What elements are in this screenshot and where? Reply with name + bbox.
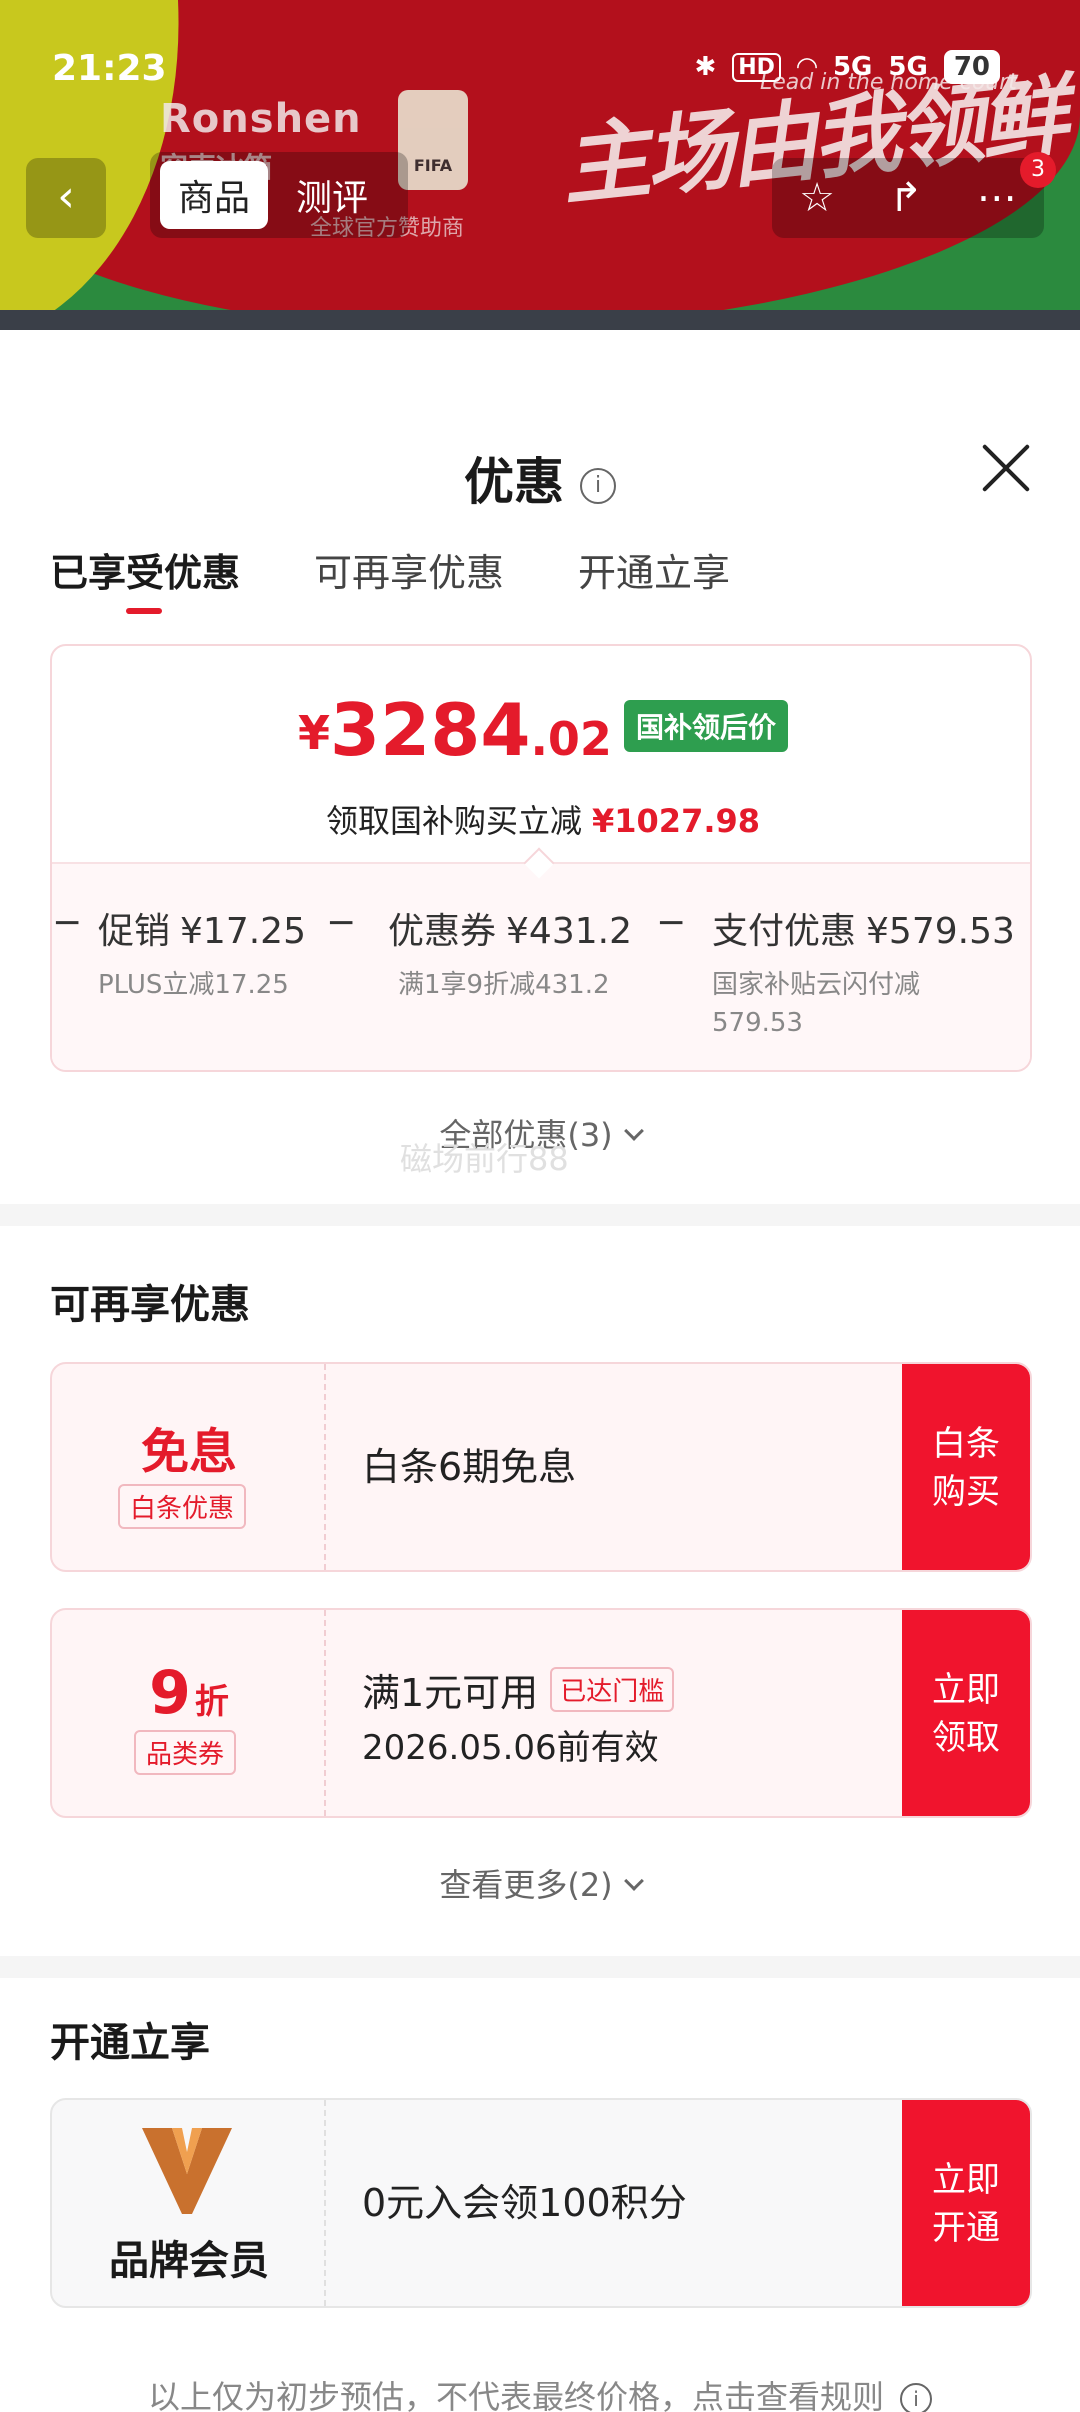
breakdown-payment: 支付优惠 ¥579.53 (712, 911, 1015, 952)
final-price: ¥3284.02 国补领后价 (52, 688, 1030, 772)
breakdown-payment-note: 国家补贴云闪付减 579.53 (712, 970, 921, 1038)
breakdown-coupon: 优惠券 ¥431.2 (388, 911, 632, 952)
status-icons: ✱ HD ◠ 5G 5G 70 (694, 50, 1000, 84)
close-icon[interactable] (978, 440, 1034, 496)
member-offer-desc: 0元入会领100积分 (362, 2181, 687, 2225)
section-activate-title: 开通立享 (50, 2020, 210, 2066)
brand-member-offer: 品牌会员 0元入会领100积分 立即开通 (50, 2098, 1032, 2308)
favorite-star-icon[interactable]: ☆ (799, 175, 835, 221)
minus-sign: − (52, 902, 83, 943)
coupon-baitiao: 免息 白条优惠 白条6期免息 白条购买 (50, 1362, 1032, 1572)
sheet-title: 优惠 (464, 453, 564, 511)
message-badge: 3 (1020, 152, 1056, 188)
coupon-tag: 品类券 (134, 1730, 237, 1775)
bluetooth-icon: ✱ (694, 52, 717, 82)
baitiao-buy-button[interactable]: 白条购买 (902, 1364, 1030, 1570)
discount-sheet: 优惠 i 已享受优惠 可再享优惠 开通立享 ¥3284.02 国补领后价 领取国补购… (0, 394, 1080, 2412)
footer-disclaimer[interactable]: 以上仅为初步预估，不代表最终价格，点击查看规则 i (0, 2372, 1080, 2412)
chevron-down-icon (623, 1121, 644, 1141)
coupon-big-text: 免息 (140, 1424, 237, 1480)
coupon-desc: 满1元可用 已达门槛 (362, 1662, 675, 1717)
info-icon[interactable]: i (580, 467, 616, 504)
breakdown-promo: 促销 ¥17.25 (98, 911, 306, 952)
nav-actions: ☆ ↱ ⋯ (772, 158, 1044, 238)
status-time: 21:23 (52, 48, 167, 89)
section-available-title: 可再享优惠 (50, 1282, 250, 1328)
battery-icon: 70 (943, 50, 1000, 84)
watermark: 磁场前行88 (400, 1140, 569, 1178)
status-bar: 21:23 ✱ HD ◠ 5G 5G 70 (0, 0, 1080, 140)
brand-member-label: 品牌会员 (109, 2238, 269, 2284)
more-icon[interactable]: ⋯ (977, 175, 1017, 221)
rules-info-icon[interactable]: i (900, 2383, 932, 2412)
price-summary-card: ¥3284.02 国补领后价 领取国补购买立减 ¥1027.98 − 促销 ¥17.2… (50, 644, 1032, 1072)
coupon-tag: 白条优惠 (118, 1484, 247, 1529)
show-more-toggle[interactable]: 查看更多(2) (0, 1860, 1080, 1906)
tab-review[interactable]: 测评 (278, 161, 386, 229)
nav-tabs: 商品 测评 (150, 152, 408, 238)
wifi-icon: ◠ (796, 52, 817, 82)
back-button[interactable]: ‹ (26, 158, 106, 238)
chevron-down-icon (623, 1871, 644, 1891)
tab-enjoyed[interactable]: 已享受优惠 (50, 542, 240, 614)
minus-sign: − (326, 902, 357, 943)
tab-available[interactable]: 可再享优惠 (314, 542, 504, 597)
claim-coupon-button[interactable]: 立即领取 (902, 1610, 1030, 1816)
discount-tabs: 已享受优惠 可再享优惠 开通立享 (50, 542, 730, 614)
divider (0, 1956, 1080, 1978)
breakdown-coupon-note: 满1享9折减431.2 (398, 970, 610, 1000)
hd-icon: HD (732, 52, 781, 82)
share-icon[interactable]: ↱ (889, 175, 923, 221)
tab-activate[interactable]: 开通立享 (578, 542, 730, 597)
signal-5g-icon-2: 5G (888, 52, 928, 82)
tab-goods[interactable]: 商品 (160, 161, 269, 229)
signal-5g-icon: 5G (832, 52, 873, 82)
coupon-discount: 9折 (149, 1658, 229, 1728)
coupon-desc: 白条6期免息 (362, 1445, 577, 1489)
activate-button[interactable]: 立即开通 (902, 2100, 1030, 2306)
price-tag: 国补领后价 (623, 700, 788, 752)
subsidy-amount: ¥1027.98 (592, 802, 761, 840)
minus-sign: − (656, 902, 687, 943)
threshold-chip: 已达门槛 (550, 1667, 675, 1712)
breakdown-promo-note: PLUS立减17.25 (98, 970, 289, 1000)
sheet-title-row: 优惠 i (0, 442, 1080, 514)
divider (0, 1204, 1080, 1226)
coupon-category: 9折 品类券 满1元可用 已达门槛 2026.05.06前有效 立即领取 (50, 1608, 1032, 1818)
coupon-expiry: 2026.05.06前有效 (362, 1728, 659, 1768)
brand-member-logo-icon (142, 2128, 232, 2214)
subsidy-row: 领取国补购买立减 ¥1027.98 (325, 802, 761, 840)
